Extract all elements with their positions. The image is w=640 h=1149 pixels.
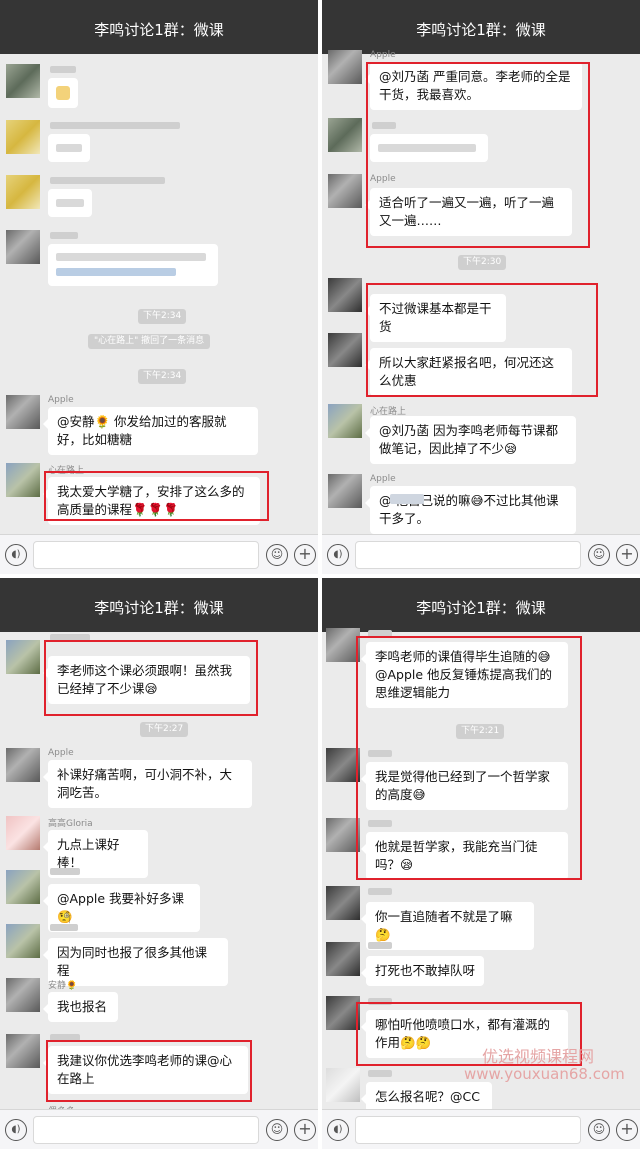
input-bar: ◖) ☺ + xyxy=(322,1109,640,1149)
message-bubble[interactable]: @安静🌻 你发给加过的客服就好，比如糖糖 xyxy=(43,407,258,455)
timestamp: 下午2:34 xyxy=(138,309,187,324)
message-input[interactable] xyxy=(33,541,259,569)
input-bar: ◖) ☺ + xyxy=(0,534,318,574)
plus-icon[interactable]: + xyxy=(616,544,638,566)
message-bubble[interactable]: @刘乃菡 因为李鸣老师每节课都做笔记，因此掉了不少😪 xyxy=(365,416,576,464)
timestamp: 下午2:27 xyxy=(140,722,189,737)
message-bubble[interactable]: 我也报名 xyxy=(43,992,118,1022)
plus-icon[interactable]: + xyxy=(294,1119,316,1141)
message-bubble[interactable]: 补课好痛苦啊，可小洞不补，大洞吃苦。 xyxy=(43,760,252,808)
chat-title: 李鸣讨论1群：微课 xyxy=(322,578,640,632)
emoji-icon[interactable]: ☺ xyxy=(266,544,288,566)
sender-name: 安静🌻 xyxy=(48,981,78,991)
avatar[interactable] xyxy=(6,463,40,497)
avatar[interactable] xyxy=(6,1034,40,1068)
avatar[interactable] xyxy=(6,120,40,154)
timestamp: 下午2:30 xyxy=(458,255,507,270)
chat-panel-top-left: 李鸣讨论1群：微课 下午2:34 "心在路上" 撤回了一条消息 下午2:34 A… xyxy=(0,0,318,574)
sender-name: Apple xyxy=(370,474,396,484)
input-bar: ◖) ☺ + xyxy=(0,1109,318,1149)
sender-name: Apple xyxy=(370,50,396,60)
chat-title: 李鸣讨论1群：微课 xyxy=(322,0,640,54)
blurred-message xyxy=(48,189,92,217)
input-bar: ◖) ☺ + xyxy=(322,534,640,574)
voice-icon[interactable]: ◖) xyxy=(5,544,27,566)
watermark-url: www.youxuan68.com xyxy=(464,1065,625,1083)
avatar[interactable] xyxy=(326,942,360,976)
avatar[interactable] xyxy=(326,748,360,782)
chat-panel-bottom-left: 李鸣讨论1群：微课 李老师这个课必须跟啊！虽然我已经掉了不少课😪 下午2:27 … xyxy=(0,578,318,1149)
avatar[interactable] xyxy=(6,870,40,904)
avatar[interactable] xyxy=(328,278,362,312)
blurred-name xyxy=(50,232,78,239)
avatar[interactable] xyxy=(328,118,362,152)
avatar[interactable] xyxy=(328,474,362,508)
avatar[interactable] xyxy=(6,175,40,209)
highlight-box xyxy=(46,1040,252,1102)
highlight-box xyxy=(44,640,258,716)
sender-name: Apple xyxy=(48,748,74,758)
message-input[interactable] xyxy=(355,1116,581,1144)
blurred-name xyxy=(50,122,180,129)
message-bubble[interactable]: 怎么报名呢？@CC xyxy=(361,1082,492,1112)
blurred-name xyxy=(50,868,80,875)
avatar[interactable] xyxy=(326,1068,360,1102)
highlight-box xyxy=(366,62,590,248)
blurred-name xyxy=(368,1070,392,1077)
blurred-link-message[interactable] xyxy=(48,244,218,286)
voice-icon[interactable]: ◖) xyxy=(5,1119,27,1141)
avatar[interactable] xyxy=(6,64,40,98)
emoji-icon[interactable]: ☺ xyxy=(588,1119,610,1141)
blurred-name xyxy=(50,177,165,184)
avatar[interactable] xyxy=(326,628,360,662)
avatar[interactable] xyxy=(6,978,40,1012)
avatar[interactable] xyxy=(6,230,40,264)
avatar[interactable] xyxy=(6,395,40,429)
avatar[interactable] xyxy=(6,640,40,674)
blurred-name xyxy=(50,66,76,73)
chat-panel-top-right: 李鸣讨论1群：微课 Apple @刘乃菡 严重同意。李老师的全是干货，我最喜欢。… xyxy=(322,0,640,574)
blurred-message xyxy=(48,134,90,162)
chat-title: 李鸣讨论1群：微课 xyxy=(0,578,318,632)
recall-notice: "心在路上" 撤回了一条消息 xyxy=(88,334,211,349)
avatar[interactable] xyxy=(328,404,362,438)
highlight-box xyxy=(366,283,598,397)
blurred-mention xyxy=(390,494,424,504)
blurred-name xyxy=(368,942,392,949)
watermark-title: 优选视频课程网 xyxy=(482,1047,595,1066)
message-bubble[interactable]: 打死也不敢掉队呀 xyxy=(361,956,484,986)
emoji-icon[interactable]: ☺ xyxy=(588,544,610,566)
blurred-name xyxy=(50,924,78,931)
chat-title: 李鸣讨论1群：微课 xyxy=(0,0,318,54)
avatar[interactable] xyxy=(328,50,362,84)
message-input[interactable] xyxy=(355,541,581,569)
sender-name: Apple xyxy=(48,395,74,405)
avatar[interactable] xyxy=(6,816,40,850)
timestamp: 下午2:34 xyxy=(138,369,187,384)
sender-name: 高高Gloria xyxy=(48,819,93,829)
voice-icon[interactable]: ◖) xyxy=(327,544,349,566)
message-input[interactable] xyxy=(33,1116,259,1144)
avatar[interactable] xyxy=(6,748,40,782)
emoji-icon[interactable]: ☺ xyxy=(266,1119,288,1141)
avatar[interactable] xyxy=(326,818,360,852)
plus-icon[interactable]: + xyxy=(294,544,316,566)
plus-icon[interactable]: + xyxy=(616,1119,638,1141)
avatar[interactable] xyxy=(328,174,362,208)
voice-icon[interactable]: ◖) xyxy=(327,1119,349,1141)
blurred-message xyxy=(48,78,78,108)
avatar[interactable] xyxy=(328,333,362,367)
blurred-name xyxy=(368,888,392,895)
avatar[interactable] xyxy=(6,924,40,958)
highlight-box xyxy=(356,636,582,880)
avatar[interactable] xyxy=(326,886,360,920)
highlight-box xyxy=(44,471,269,521)
avatar[interactable] xyxy=(326,996,360,1030)
